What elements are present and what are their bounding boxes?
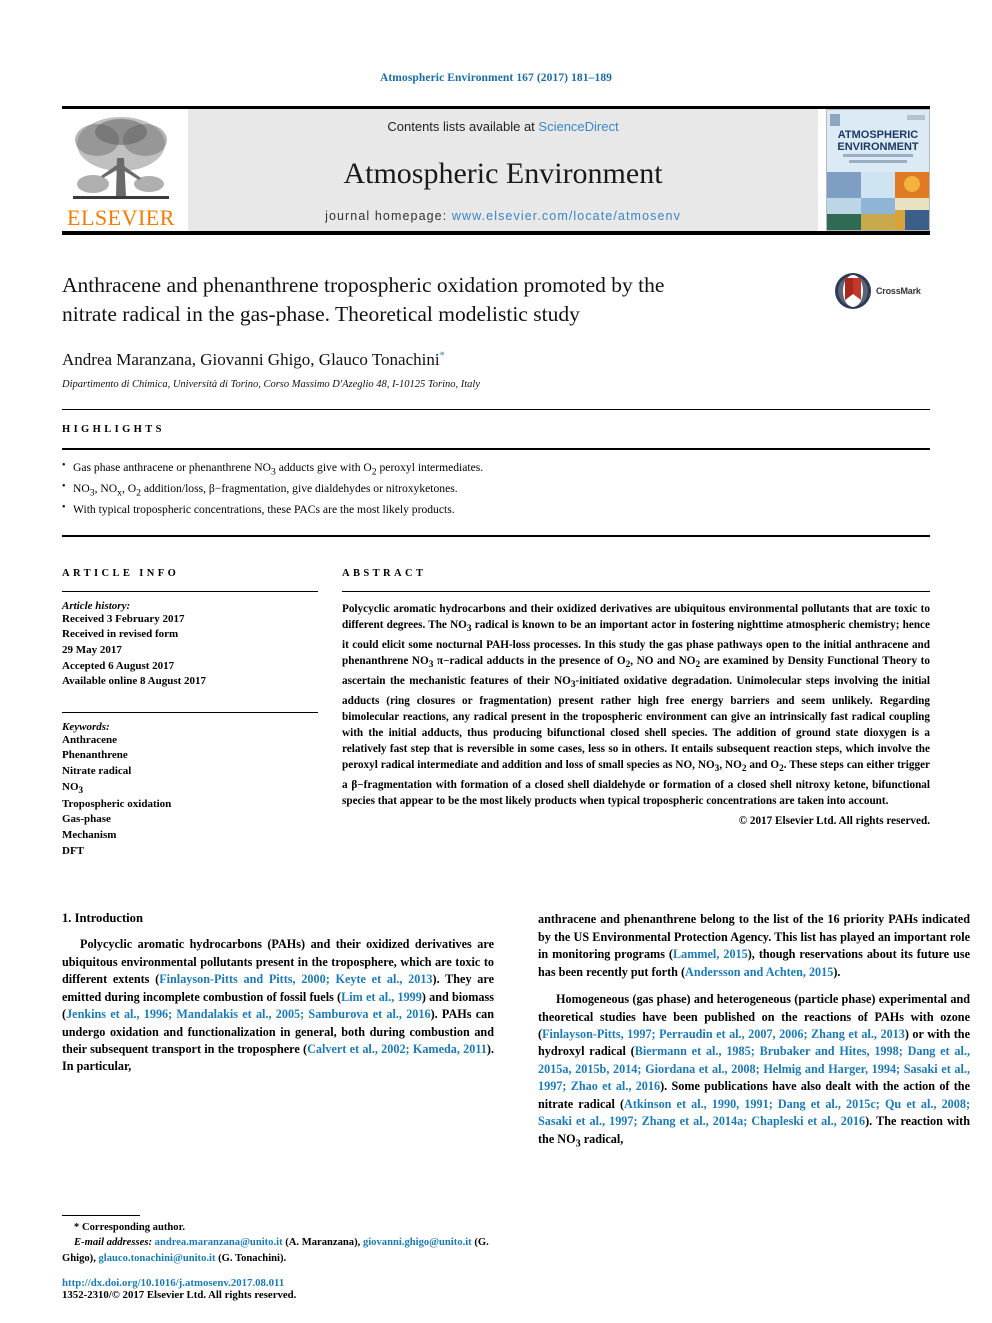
journal-title: Atmospheric Environment (343, 156, 663, 190)
list-item: Gas phase anthracene or phenanthrene NO3… (62, 458, 930, 480)
abstract-text: Polycyclic aromatic hydrocarbons and the… (342, 602, 931, 808)
history-line: Available online 8 August 2017 (62, 675, 207, 688)
journal-masthead: ELSEVIER Contents lists available at Sci… (62, 109, 930, 231)
keyword: Gas-phase (62, 813, 111, 826)
intro-paragraph-right-1: anthracene and phenanthrene belong to th… (538, 911, 970, 981)
list-item: With typical tropospheric concentrations… (62, 500, 930, 519)
issn-copyright-line: 1352-2310/© 2017 Elsevier Ltd. All right… (62, 1289, 297, 1301)
homepage-prefix: journal homepage: (325, 209, 452, 223)
keyword: Phenanthrene (62, 749, 128, 762)
title-block: Anthracene and phenanthrene tropospheric… (62, 235, 930, 411)
citation-link[interactable]: Lammel, 2015 (673, 947, 748, 961)
citation-link[interactable]: Lim et al., 1999 (341, 990, 422, 1004)
keyword-text: NO3 (62, 780, 84, 795)
info-abstract-row: ARTICLE INFO Article history: Received 3… (62, 554, 930, 860)
keyword: Anthracene (62, 733, 117, 746)
paper-page: Atmospheric Environment 167 (2017) 181–1… (0, 0, 992, 1323)
citation-link[interactable]: Andersson and Achten, 2015 (685, 965, 833, 979)
abstract-column: ABSTRACT Polycyclic aromatic hydrocarbon… (342, 554, 930, 860)
body-columns: 1. Introduction Polycyclic aromatic hydr… (62, 911, 970, 1151)
keyword: Tropospheric oxidation (62, 797, 172, 810)
crossmark-icon (835, 273, 871, 309)
footnote-block: * Corresponding author. E-mail addresses… (62, 1214, 494, 1301)
masthead-center: Contents lists available at ScienceDirec… (188, 109, 818, 231)
sciencedirect-link[interactable]: ScienceDirect (538, 119, 618, 134)
crossmark-label: CrossMark (876, 286, 921, 296)
elsevier-wordmark: ELSEVIER (67, 205, 175, 230)
homepage-url-link[interactable]: www.elsevier.com/locate/atmosenv (452, 209, 681, 223)
journal-homepage-line: journal homepage: www.elsevier.com/locat… (325, 209, 681, 223)
highlights-top-rule (62, 448, 930, 451)
author-list: Andrea Maranzana, Giovanni Ghigo, Glauco… (62, 350, 930, 370)
footnote-spacer (62, 1266, 494, 1277)
abstract-copyright: © 2017 Elsevier Ltd. All rights reserved… (738, 814, 930, 827)
svg-text:ATMOSPHERIC: ATMOSPHERIC (838, 129, 919, 141)
elsevier-tree-icon (73, 117, 169, 199)
highlight-text: With typical tropospheric concentrations… (73, 503, 455, 517)
keyword: Nitrate radical (62, 765, 132, 778)
keywords-block: Keywords: Anthracene Phenanthrene Nitrat… (62, 711, 318, 859)
author-names: Andrea Maranzana, Giovanni Ghigo, Glauco… (62, 350, 440, 370)
doi-link[interactable]: http://dx.doi.org/10.1016/j.atmosenv.201… (62, 1277, 494, 1289)
article-info-label: ARTICLE INFO (62, 567, 180, 579)
article-info-rule (62, 590, 318, 592)
crossmark-badge[interactable]: CrossMark (834, 271, 930, 311)
highlights-section: HIGHLIGHTS Gas phase anthracene or phena… (62, 424, 930, 537)
corresponding-author-note: * Corresponding author. (74, 1221, 185, 1233)
abstract-label: ABSTRACT (342, 567, 427, 579)
citation-link[interactable]: Finlayson-Pitts and Pitts, 2000; Keyte e… (159, 972, 432, 986)
list-item: NO3, NOx, O2 addition/loss, β−fragmentat… (62, 479, 930, 501)
intro-paragraph-left: Polycyclic aromatic hydrocarbons (PAHs) … (62, 936, 494, 1076)
cover-artwork: ATMOSPHERIC ENVIRONMENT (827, 110, 929, 230)
keywords-heading: Keywords: (62, 720, 110, 733)
journal-cover-thumbnail: ATMOSPHERIC ENVIRONMENT (826, 109, 930, 231)
highlights-list: Gas phase anthracene or phenanthrene NO3… (62, 458, 930, 519)
article-history-block: Article history: Received 3 February 201… (62, 600, 318, 690)
corresponding-author-marker: * (439, 350, 445, 362)
body-text: ). (833, 964, 841, 979)
footnote-rule (62, 1214, 140, 1216)
citation-link[interactable]: glauco.tonachini@unito.it (99, 1253, 216, 1264)
elsevier-logo: ELSEVIER (62, 109, 180, 231)
keywords-rule (62, 711, 318, 713)
contents-available-line: Contents lists available at ScienceDirec… (387, 119, 618, 134)
email-label: E-mail addresses: (74, 1237, 152, 1249)
highlight-text: NO3, NOx, O2 addition/loss, β−fragmentat… (73, 482, 458, 499)
email-addresses-line: E-mail addresses: andrea.maranzana@unito… (62, 1235, 494, 1266)
abstract-rule (342, 590, 930, 592)
body-column-right: anthracene and phenanthrene belong to th… (538, 911, 970, 1151)
article-info-column: ARTICLE INFO Article history: Received 3… (62, 554, 318, 860)
section-heading-introduction: 1. Introduction (62, 911, 143, 926)
contents-prefix: Contents lists available at (387, 119, 539, 134)
keyword: Mechanism (62, 829, 117, 842)
running-head: Atmospheric Environment 167 (2017) 181–1… (379, 72, 613, 84)
citation-link[interactable]: Calvert et al., 2002; Kameda, 2011 (307, 1042, 487, 1056)
title-bottom-rule (62, 409, 930, 411)
body-text: (A. Maranzana), (282, 1237, 363, 1249)
history-line: Accepted 6 August 2017 (62, 659, 175, 672)
body-text: (G. Tonachini). (215, 1252, 287, 1264)
citation-link[interactable]: Jenkins et al., 1996; Mandalakis et al.,… (66, 1007, 431, 1021)
article-history-heading: Article history: (62, 599, 131, 612)
history-line: Received 3 February 2017 (62, 612, 185, 625)
citation-link[interactable]: Finlayson-Pitts, 1997; Perraudin et al.,… (542, 1027, 905, 1041)
citation-link[interactable]: giovanni.ghigo@unito.it (363, 1237, 472, 1248)
highlights-label: HIGHLIGHTS (62, 424, 165, 436)
highlights-bottom-rule (62, 534, 930, 537)
keyword: NO3 (62, 780, 318, 797)
history-line: Received in revised form (62, 628, 179, 641)
body-column-left: 1. Introduction Polycyclic aromatic hydr… (62, 911, 494, 1151)
citation-link[interactable]: andrea.maranzana@unito.it (155, 1237, 283, 1248)
highlight-text: Gas phase anthracene or phenanthrene NO3… (73, 461, 484, 478)
svg-text:ENVIRONMENT: ENVIRONMENT (837, 141, 919, 153)
history-line: 29 May 2017 (62, 644, 122, 657)
page-title: Anthracene and phenanthrene tropospheric… (62, 273, 665, 326)
keyword: DFT (62, 844, 84, 857)
intro-paragraph-right-2: Homogeneous (gas phase) and heterogeneou… (538, 991, 970, 1151)
affiliation: Dipartimento di Chimica, Università di T… (62, 379, 480, 391)
